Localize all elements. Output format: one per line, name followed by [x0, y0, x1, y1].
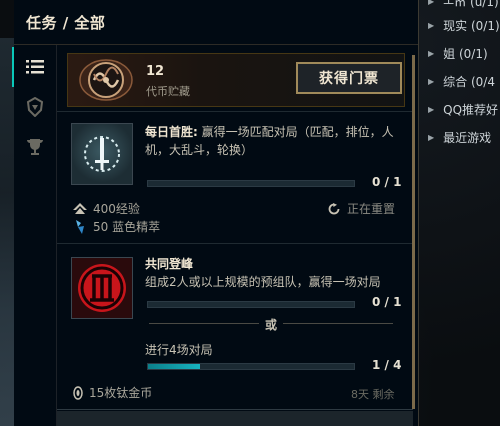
progress-count-1: 0 / 1 [372, 295, 402, 309]
progress-bar-2 [147, 363, 355, 370]
mission-title-bold: 共同登峰 [145, 257, 194, 271]
token-emblem-icon [79, 59, 133, 101]
team-emblem-icon [78, 264, 126, 312]
expand-icon: ▶ [428, 132, 435, 142]
friend-group-label: 最近游戏 [443, 130, 492, 145]
or-label: 或 [265, 318, 278, 332]
missions-content: 12 代币贮藏 获得门票 每日首胜: 赢得一场匹配对局（匹配，排位，人机，大乱斗… [57, 45, 418, 426]
section-divider [57, 111, 413, 112]
helmet-icon [26, 97, 44, 117]
sword-emblem-icon [84, 136, 120, 172]
xp-icon [73, 202, 87, 214]
mission-title-climb-together: 共同登峰 [145, 255, 407, 273]
get-ticket-button[interactable]: 获得门票 [296, 62, 402, 94]
reward-xp-text: 400经验 [93, 202, 140, 216]
progress-bar-1 [147, 301, 355, 308]
mission-objective-1: 组成2人或以上规模的预组队，赢得一场对局 [145, 275, 381, 289]
mission-title-first-win: 每日首胜: 赢得一场匹配对局（匹配，排位，人机，大乱斗，轮换） [145, 123, 407, 159]
token-card: 12 代币贮藏 获得门票 [67, 53, 405, 107]
trophy-icon [27, 139, 43, 155]
rail-tab-achievement[interactable] [14, 127, 56, 167]
friend-group-label: 姐 (0/1) [443, 46, 488, 61]
reset-status-text: 正在重置 [347, 202, 396, 216]
friend-group-item[interactable]: ▶ 姐 (0/1) [428, 42, 500, 64]
coin-icon [73, 385, 83, 400]
blue-essence-icon [76, 219, 84, 234]
reset-status: 正在重置 [328, 200, 395, 217]
or-divider-left [149, 323, 259, 324]
token-label: 代币贮藏 [146, 85, 190, 98]
or-divider-right [283, 323, 393, 324]
expand-icon: ▶ [428, 76, 435, 86]
panel-header: 任务 / 全部 [14, 0, 418, 45]
reward-blue-essence-text: 50 蓝色精萃 [93, 220, 161, 234]
mission-icon-first-win [71, 123, 133, 185]
friend-group-label: 现实 (0/1) [443, 18, 500, 33]
expand-icon: ▶ [428, 0, 435, 6]
missions-panel: 任务 / 全部 12 代币贮藏 获得门票 每日首胜: 赢得一场匹配对局（匹配，排… [12, 0, 419, 426]
mission-title-bold: 每日首胜: [145, 125, 198, 139]
reward-blue-essence: 50 蓝色精萃 [73, 218, 160, 235]
category-rail [12, 45, 57, 426]
page-title: 任务 / 全部 [26, 13, 106, 32]
friend-group-item[interactable]: ▶ 综合 (0/4 [428, 70, 500, 92]
reward-coins-text: 15枚钛金币 [89, 386, 153, 400]
left-background-strip [0, 38, 14, 426]
mission-icon-climb-together [71, 257, 133, 319]
mission-objective-2: 进行4场对局 [145, 343, 213, 357]
expand-icon: ▶ [428, 20, 435, 30]
list-icon [26, 60, 44, 74]
time-left: 8天 剩余 [351, 388, 395, 401]
rail-tab-all[interactable] [12, 47, 56, 87]
friend-group-item[interactable]: ▶ ㅗ㎡ (u/1) [428, 0, 500, 12]
expand-icon: ▶ [428, 104, 435, 114]
friend-group-item[interactable]: ▶ QQ推荐好 [428, 98, 500, 120]
friend-group-label: ㅗ㎡ (u/1) [443, 0, 499, 9]
scrollbar[interactable] [412, 55, 415, 409]
progress-count-2: 1 / 4 [372, 358, 402, 372]
friend-group-item[interactable]: ▶ 最近游戏 [428, 126, 500, 148]
next-mission-card [57, 411, 413, 426]
section-divider [57, 243, 413, 244]
expand-icon: ▶ [428, 48, 435, 58]
friend-group-label: QQ推荐好 [443, 102, 499, 117]
rail-tab-champion[interactable] [14, 87, 56, 127]
section-divider [57, 409, 413, 410]
reward-coins: 15枚钛金币 [73, 384, 152, 401]
friend-group-item[interactable]: ▶ 现实 (0/1) [428, 14, 500, 36]
reward-xp: 400经验 [73, 200, 140, 217]
progress-count: 0 / 1 [372, 175, 402, 189]
friend-group-label: 综合 (0/4 [443, 74, 495, 89]
progress-bar [147, 180, 355, 187]
friend-groups-list: ▶ ㅗ㎡ (u/1) ▶ 现实 (0/1) ▶ 姐 (0/1) ▶ 综合 (0/4 ▶ Q… [428, 0, 500, 426]
progress-bar-fill [148, 364, 200, 369]
refresh-icon [328, 202, 340, 214]
token-count: 12 [146, 64, 165, 79]
